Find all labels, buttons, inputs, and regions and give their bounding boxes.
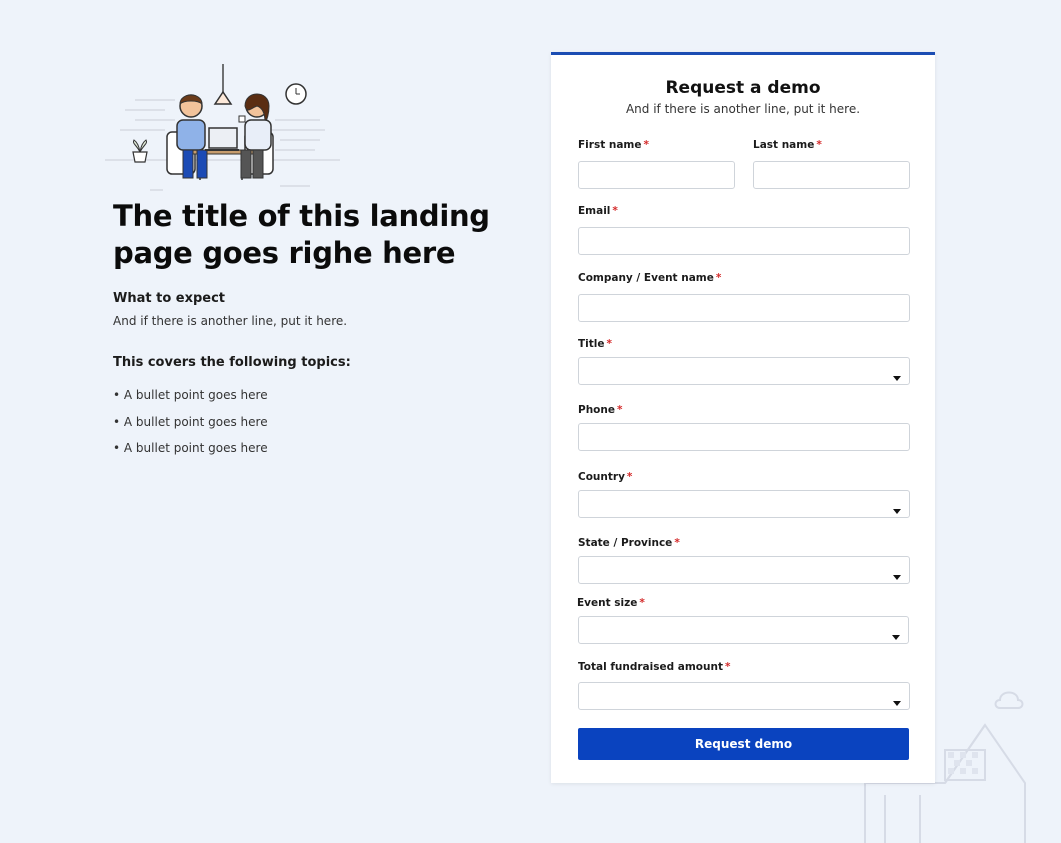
title-label: Title * (578, 338, 613, 350)
title-select[interactable] (578, 357, 910, 385)
total-fundraised-label: Total fundraised amount * (578, 661, 731, 673)
first-name-label: First name * (578, 139, 649, 151)
form-subtitle: And if there is another line, put it her… (625, 102, 861, 116)
last-name-input[interactable] (753, 161, 910, 189)
caret-down-icon (893, 575, 901, 580)
list-item: A bullet point goes here (113, 386, 268, 413)
required-mark: * (606, 338, 613, 350)
caret-down-icon (893, 701, 901, 706)
required-mark: * (639, 597, 645, 609)
company-label: Company / Event name * (578, 272, 722, 284)
phone-label: Phone * (578, 404, 623, 416)
event-size-select[interactable] (578, 616, 909, 644)
email-input[interactable] (578, 227, 910, 255)
expect-text: And if there is another line, put it her… (113, 314, 348, 328)
state-select[interactable] (578, 556, 910, 584)
required-mark: * (612, 205, 618, 217)
first-name-input[interactable] (578, 161, 735, 189)
last-name-label: Last name * (753, 139, 822, 151)
total-fundraised-select[interactable] (578, 682, 910, 710)
state-label: State / Province * (578, 537, 680, 549)
email-label: Email * (578, 205, 618, 217)
required-mark: * (674, 537, 680, 549)
caret-down-icon (892, 635, 900, 640)
required-mark: * (626, 471, 633, 483)
required-mark: * (725, 661, 731, 673)
caret-down-icon (893, 509, 901, 514)
topics-list: A bullet point goes here A bullet point … (113, 386, 268, 466)
topics-heading: This covers the following topics: (113, 355, 351, 370)
demo-request-form: Request a demo And if there is another l… (551, 52, 935, 783)
expect-heading: What to expect (113, 291, 226, 306)
form-title: Request a demo (665, 78, 821, 98)
list-item: A bullet point goes here (113, 439, 268, 466)
company-input[interactable] (578, 294, 910, 322)
phone-input[interactable] (578, 423, 910, 451)
required-mark: * (816, 139, 822, 151)
page-title: The title of this landing page goes righ… (113, 199, 490, 270)
required-mark: * (643, 139, 650, 151)
hero-illustration (105, 64, 340, 191)
required-mark: * (715, 272, 722, 284)
request-demo-button[interactable]: Request demo (578, 728, 909, 760)
required-mark: * (616, 404, 623, 416)
event-size-label: Event size * (577, 597, 645, 609)
caret-down-icon (893, 376, 901, 381)
country-label: Country * (578, 471, 633, 483)
list-item: A bullet point goes here (113, 413, 268, 440)
country-select[interactable] (578, 490, 910, 518)
